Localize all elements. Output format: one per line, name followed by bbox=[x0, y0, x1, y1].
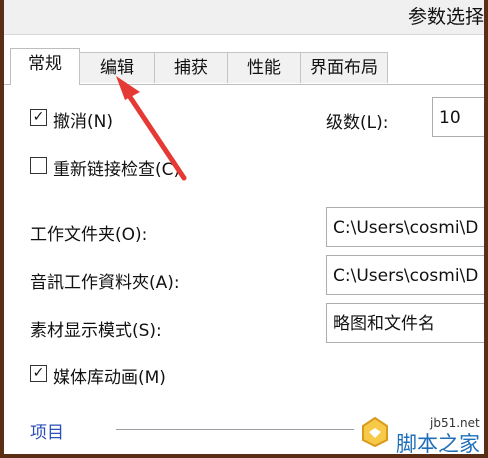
watermark-name: 脚本之家 bbox=[396, 432, 480, 454]
watermark-logo-icon bbox=[362, 416, 388, 448]
red-arrow-annotation bbox=[116, 76, 187, 181]
preferences-dialog: 参数选择 常规 编辑 捕获 性能 界面布局 ✓ 撤消(N) 级数(L): 10 … bbox=[4, 0, 484, 454]
